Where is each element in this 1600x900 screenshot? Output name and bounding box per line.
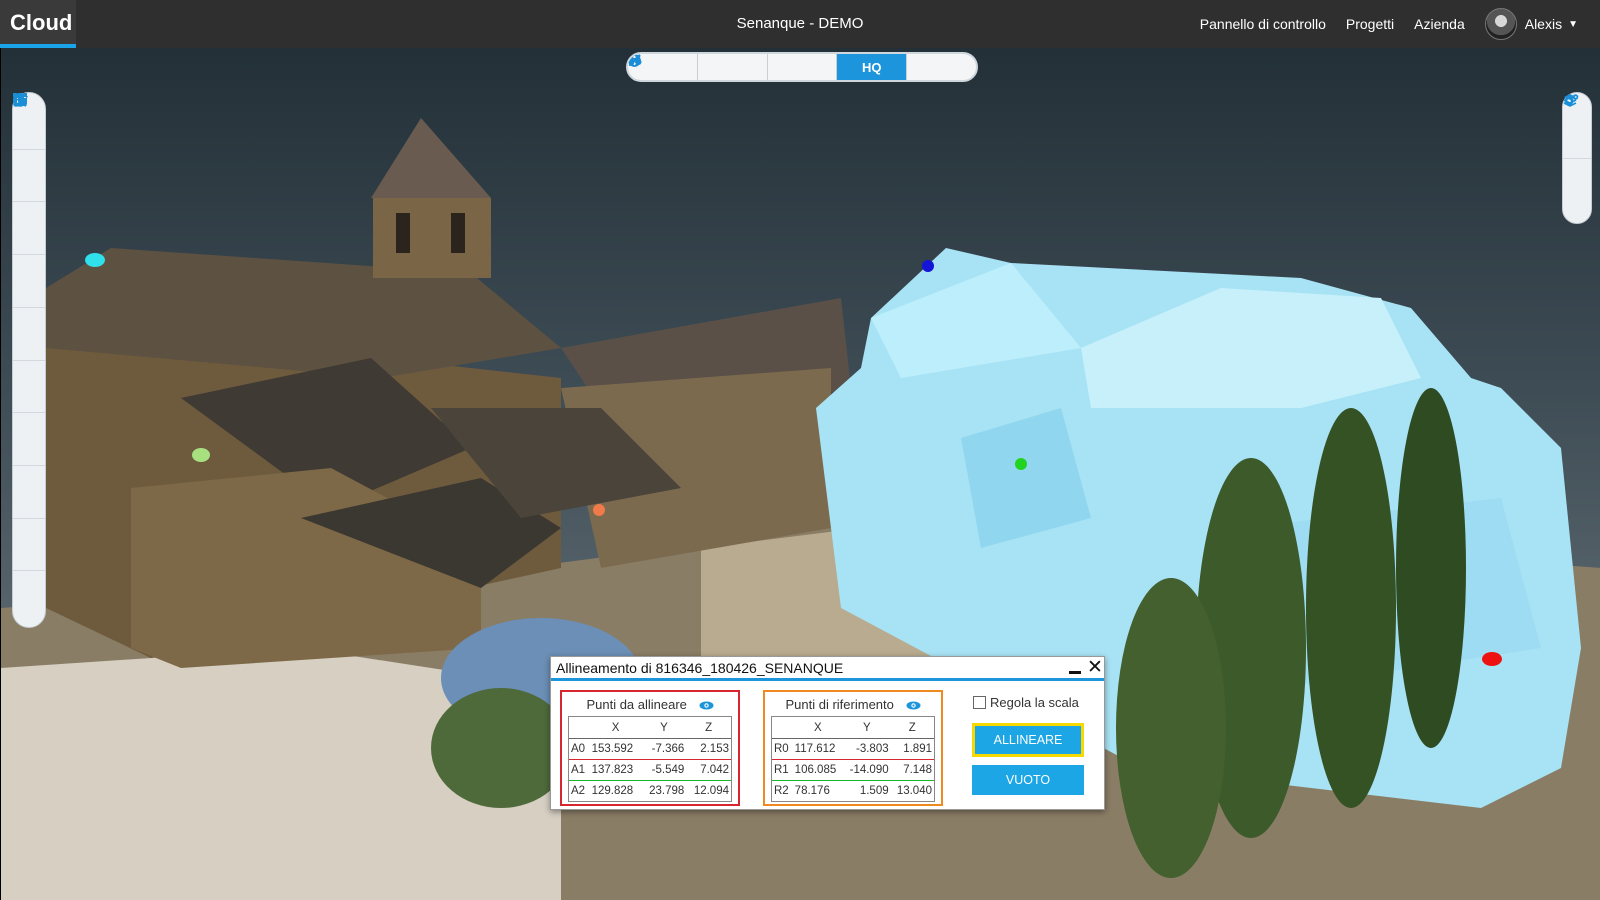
avatar: [1484, 8, 1517, 40]
comment-tool[interactable]: [13, 94, 45, 256]
hq-button[interactable]: HQ: [837, 54, 908, 80]
reference-points-table: X Y Z R0 117.612 -3.803 1.891 R1 106.085…: [772, 718, 934, 801]
user-name: Alexis: [1524, 16, 1563, 32]
column-header: X: [589, 718, 642, 739]
bell-tower: [373, 198, 491, 278]
model-tool[interactable]: [13, 94, 45, 466]
table-row[interactable]: R0 117.612 -3.803 1.891: [772, 738, 934, 760]
app-logo[interactable]: Cloud: [0, 0, 76, 48]
measure-tool[interactable]: [13, 94, 45, 203]
download-tool[interactable]: [13, 94, 45, 572]
chevron-down-icon: ▼: [1568, 18, 1578, 30]
table-row[interactable]: R1 106.085 -14.090 7.148: [772, 759, 934, 781]
cypress-tree: [1396, 388, 1466, 748]
cypress-tree: [1116, 578, 1226, 878]
marker-orange[interactable]: [593, 504, 605, 516]
search-tool[interactable]: [13, 93, 45, 414]
grid-icon: [13, 93, 27, 102]
globe-button[interactable]: [628, 54, 768, 80]
marker-light-green[interactable]: [192, 448, 210, 462]
marker-green[interactable]: [1015, 458, 1027, 470]
eye-icon[interactable]: [906, 701, 921, 710]
dialog-title: Allineamento di 816346_180426_SENANQUE: [556, 660, 844, 676]
import-tool[interactable]: [13, 94, 45, 519]
table-row[interactable]: A0 153.592 -7.366 2.153: [569, 738, 731, 760]
marker-cyan[interactable]: [85, 253, 105, 267]
marker-blue[interactable]: [922, 260, 934, 272]
dialog-header[interactable]: Allineamento di 816346_180426_SENANQUE ✕: [551, 657, 1104, 681]
column-header: Z: [686, 718, 731, 739]
reference-points-panel: Punti di riferimento X Y Z R0 117.612 -3…: [763, 690, 943, 806]
cut-tool[interactable]: [13, 93, 45, 308]
marker-red[interactable]: [1482, 652, 1502, 666]
render-toolbar: HQ: [626, 52, 978, 82]
scale-checkbox-label[interactable]: Regola la scala: [973, 695, 1079, 710]
table-row[interactable]: A2 129.828 23.798 12.094: [569, 780, 731, 801]
close-button[interactable]: ✕: [1087, 657, 1103, 679]
table-header-row: X Y Z: [569, 718, 731, 739]
project-title: Senanque - DEMO: [736, 15, 864, 32]
nav-company[interactable]: Azienda: [1414, 16, 1465, 32]
top-bar: Cloud Senanque - DEMO Pannello di contro…: [0, 0, 1600, 48]
eye-icon[interactable]: [699, 701, 714, 710]
nav-control-panel[interactable]: Pannello di controllo: [1200, 16, 1326, 32]
screenshot-tool[interactable]: [13, 94, 45, 361]
align-points-panel: Punti da allineare X Y Z A0 153.592 -7.3…: [560, 690, 740, 806]
minimize-button[interactable]: [1067, 661, 1083, 677]
table-row[interactable]: R2 78.176 1.509 13.040: [772, 780, 934, 801]
column-header: X: [792, 718, 844, 739]
scale-checkbox[interactable]: [973, 696, 986, 709]
align-points-header: Punti da allineare: [568, 696, 732, 716]
reference-points-title: Punti di riferimento: [785, 697, 894, 712]
top-nav: Pannello di controllo Progetti Azienda A…: [1200, 0, 1600, 48]
layers-icon: [1563, 94, 1577, 107]
column-header: Z: [890, 718, 934, 739]
nav-projects[interactable]: Progetti: [1346, 16, 1394, 32]
align-points-table: X Y Z A0 153.592 -7.366 2.153 A1 137.823…: [569, 718, 731, 801]
cypress-tree: [1306, 408, 1396, 808]
table-row[interactable]: A1 137.823 -5.549 7.042: [569, 759, 731, 781]
apps-tool[interactable]: [13, 93, 45, 623]
table-header-row: X Y Z: [772, 718, 934, 739]
column-header: Y: [843, 718, 891, 739]
user-menu[interactable]: Alexis ▼: [1484, 8, 1578, 40]
brush-button[interactable]: [629, 54, 838, 80]
left-toolbar: [12, 92, 46, 628]
column-header: Y: [641, 718, 687, 739]
pause-button[interactable]: [628, 54, 976, 80]
align-button[interactable]: ALLINEARE: [972, 723, 1084, 757]
clear-button[interactable]: VUOTO: [972, 765, 1084, 795]
pause-circle-icon: [628, 54, 641, 67]
layers-tool[interactable]: [1563, 94, 1591, 220]
scale-label: Regola la scala: [990, 695, 1079, 710]
right-toolbar: [1562, 92, 1592, 224]
tower-roof: [371, 118, 491, 198]
alignment-dialog: Allineamento di 816346_180426_SENANQUE ✕…: [550, 656, 1105, 810]
reference-points-header: Punti di riferimento: [771, 696, 935, 716]
align-points-title: Punti da allineare: [586, 697, 687, 712]
